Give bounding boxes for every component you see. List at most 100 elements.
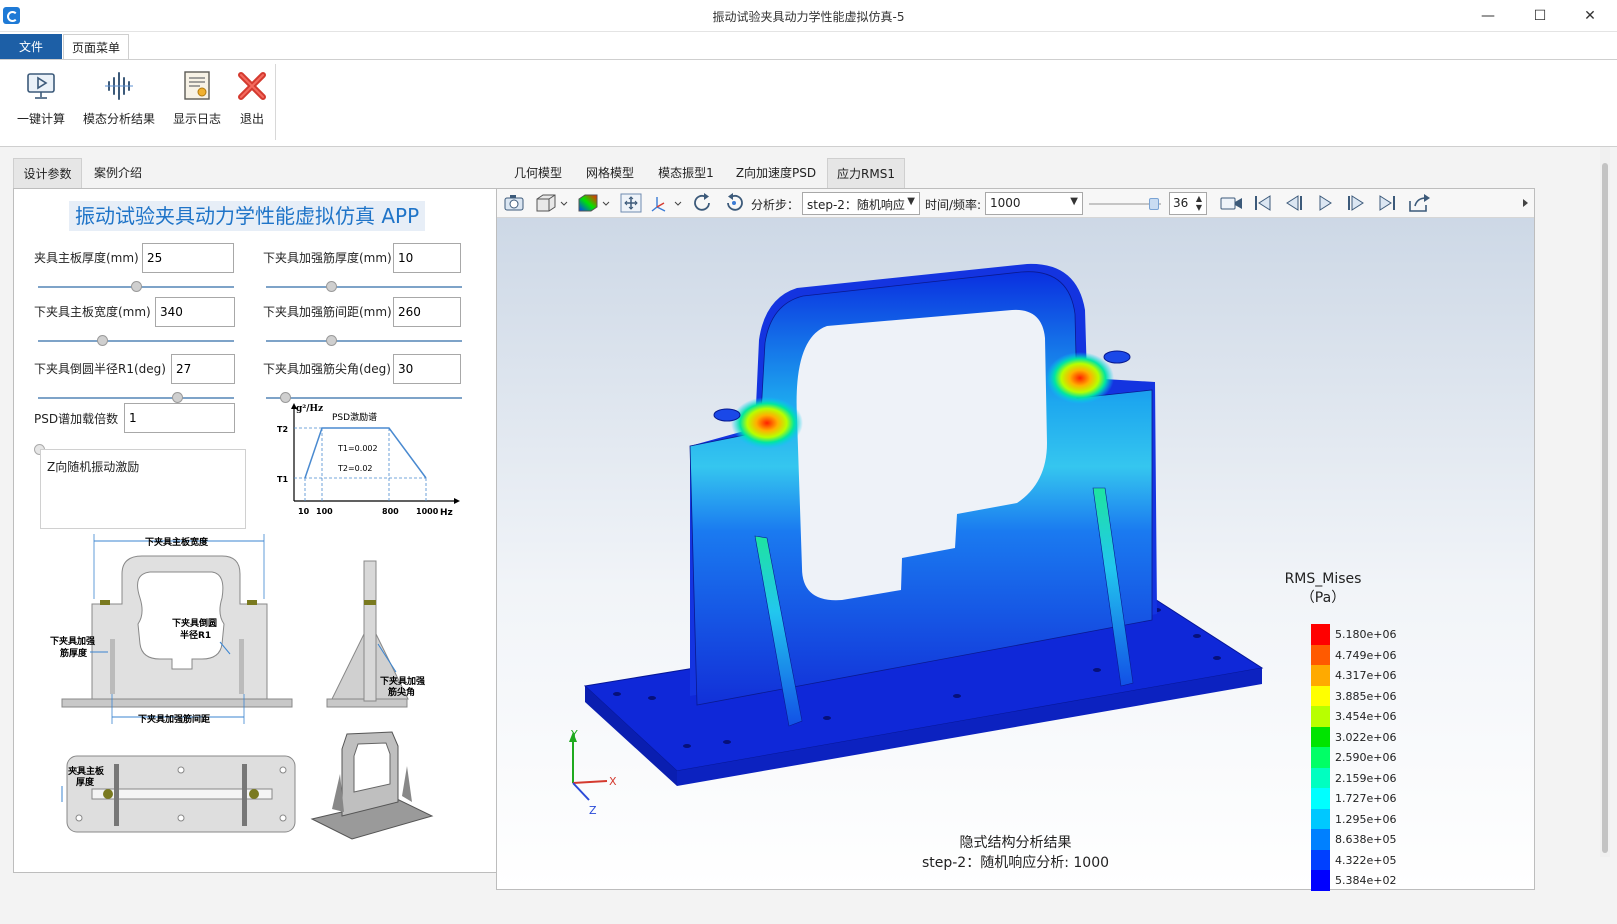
tab-case-intro[interactable]: 案例介绍 xyxy=(83,158,153,188)
modal-result-label: 模态分析结果 xyxy=(82,112,155,126)
slider-thumb[interactable] xyxy=(1149,198,1159,210)
axis-triad: Y X Z xyxy=(569,728,617,817)
psd-note-t1: T1=0.002 xyxy=(337,444,378,453)
side-view-drawing: 下夹具加强 筋尖角 xyxy=(326,560,425,708)
ribbon-tab-bar: 文件 页面菜单 xyxy=(0,32,1617,60)
main-width-input[interactable] xyxy=(155,297,235,327)
stress-hotspot-left xyxy=(731,397,803,449)
round-radius-input[interactable] xyxy=(171,354,235,384)
slider-thumb[interactable] xyxy=(131,281,142,292)
scrollbar-thumb[interactable] xyxy=(1602,163,1608,853)
tab-geometry-model[interactable]: 几何模型 xyxy=(503,158,573,188)
last-frame-icon[interactable] xyxy=(1375,192,1399,214)
3d-scene[interactable]: Y X Z RMS_Mises （Pa） 5.180e+06 4.749e+06 4… xyxy=(497,218,1534,891)
slider-thumb[interactable] xyxy=(97,335,108,346)
toolbar-overflow-icon[interactable] xyxy=(1521,192,1531,214)
view-cube-icon[interactable] xyxy=(533,192,571,214)
legend-value: 5.180e+06 xyxy=(1335,628,1397,641)
psd-multiplier-input[interactable] xyxy=(124,403,235,433)
minimize-button[interactable]: — xyxy=(1465,0,1511,32)
rib-thickness-label: 下夹具加强筋厚度(mm) xyxy=(263,251,392,265)
play-icon[interactable] xyxy=(1313,192,1337,214)
app-title: 振动试验夹具动力学性能虚拟仿真 APP xyxy=(69,201,426,231)
rib-spacing-slider[interactable] xyxy=(266,335,462,347)
show-log-button[interactable]: 显示日志 xyxy=(171,68,223,127)
spin-arrows-icon[interactable]: ▲ ▼ xyxy=(1196,194,1202,212)
stress-hotspot-right xyxy=(1046,352,1114,404)
maximize-button[interactable]: ☐ xyxy=(1517,0,1563,32)
slider-thumb[interactable] xyxy=(326,335,337,346)
psd-note-t2: T2=0.02 xyxy=(337,464,373,473)
plate-thickness-input[interactable] xyxy=(142,243,234,273)
frame-value: 36 xyxy=(1173,196,1189,210)
tab-z-accel-psd[interactable]: Z向加速度PSD xyxy=(726,158,826,188)
log-certificate-icon xyxy=(171,68,223,104)
axis-z-label: Z xyxy=(589,804,597,817)
vertical-scrollbar[interactable] xyxy=(1600,147,1610,857)
prev-frame-icon[interactable] xyxy=(1282,192,1306,214)
legend-swatch xyxy=(1311,685,1330,707)
plate-thickness-slider[interactable] xyxy=(38,281,234,293)
step-select-value: step-2：随机响应 xyxy=(807,198,905,212)
one-click-compute-label: 一键计算 xyxy=(16,112,65,126)
one-click-compute-button[interactable]: 一键计算 xyxy=(15,68,67,127)
label-main-width: 下夹具主板宽度 xyxy=(145,536,209,548)
rib-angle-input[interactable] xyxy=(393,354,461,384)
legend-value: 3.022e+06 xyxy=(1335,730,1397,744)
axes-orient-icon[interactable] xyxy=(649,192,685,214)
close-button[interactable]: ✕ xyxy=(1567,0,1613,32)
psd-xtick: 1000 xyxy=(416,507,439,516)
rib-thickness-slider[interactable] xyxy=(266,281,462,293)
rib-spacing-label: 下夹具加强筋间距(mm) xyxy=(263,305,392,319)
exit-button[interactable]: 退出 xyxy=(234,68,270,127)
slider-thumb[interactable] xyxy=(172,392,183,403)
waveform-icon xyxy=(81,68,157,104)
legend-title: RMS_Mises （Pa） xyxy=(1278,570,1368,608)
tab-page-menu[interactable]: 页面菜单 xyxy=(63,34,129,60)
tab-stress-rms[interactable]: 应力RMS1 xyxy=(827,158,905,188)
reset-view-icon[interactable] xyxy=(722,192,746,214)
next-frame-icon[interactable] xyxy=(1344,192,1368,214)
legend-value: 2.590e+06 xyxy=(1335,751,1397,764)
legend-swatch xyxy=(1311,706,1330,727)
freq-select[interactable]: 1000 ▼ xyxy=(985,192,1083,215)
modal-result-button[interactable]: 模态分析结果 xyxy=(81,68,157,127)
video-record-icon[interactable] xyxy=(1219,192,1245,214)
tab-mesh-model[interactable]: 网格模型 xyxy=(574,158,646,188)
freq-select-value: 1000 xyxy=(990,196,1021,210)
tab-design-params[interactable]: 设计参数 xyxy=(13,158,82,188)
camera-icon[interactable] xyxy=(503,192,525,214)
label-rib-spacing: 下夹具加强筋间距 xyxy=(138,713,210,725)
export-icon[interactable] xyxy=(1406,192,1432,214)
rotate-view-icon[interactable] xyxy=(691,192,715,214)
legend-swatch xyxy=(1311,870,1330,891)
result-caption-step: step-2：随机响应分析: 1000 xyxy=(921,855,1110,871)
ribbon-toolbar: 一键计算 模态分析结果 显示日志 退出 xyxy=(0,59,1617,147)
legend-swatch xyxy=(1311,747,1330,768)
legend-title-text: RMS_Mises xyxy=(1284,571,1362,587)
rib-thickness-input[interactable] xyxy=(393,243,461,273)
legend-swatch xyxy=(1311,644,1330,666)
result-caption-title: 隐式结构分析结果 xyxy=(959,835,1072,851)
label-rib-angle-2: 筋尖角 xyxy=(387,686,415,698)
frame-slider[interactable] xyxy=(1089,198,1161,210)
main-width-label: 下夹具主板宽度(mm) xyxy=(34,305,151,319)
psd-ytick-t2: T2 xyxy=(277,425,288,434)
frame-spinbox[interactable]: 36 ▲ ▼ xyxy=(1169,192,1207,215)
step-select[interactable]: step-2：随机响应 ▼ xyxy=(802,192,920,215)
tab-file[interactable]: 文件 xyxy=(0,34,62,60)
psd-xtick: 100 xyxy=(316,507,333,516)
label-round-radius: 下夹具倒圆 xyxy=(172,617,217,629)
psd-xtick: 800 xyxy=(382,507,399,516)
legend-swatch xyxy=(1311,665,1330,686)
stress-contour-model: Y X Z xyxy=(569,263,1264,817)
excitation-box[interactable]: Z向随机振动激励 xyxy=(40,449,246,529)
tab-modal-shape[interactable]: 模态振型1 xyxy=(647,158,725,188)
rib-spacing-input[interactable] xyxy=(393,297,461,327)
fit-view-icon[interactable] xyxy=(619,192,643,214)
first-frame-icon[interactable] xyxy=(1251,192,1275,214)
monitor-play-icon xyxy=(15,68,67,104)
color-cube-icon[interactable] xyxy=(575,192,613,214)
main-width-slider[interactable] xyxy=(38,335,234,347)
slider-thumb[interactable] xyxy=(326,281,337,292)
